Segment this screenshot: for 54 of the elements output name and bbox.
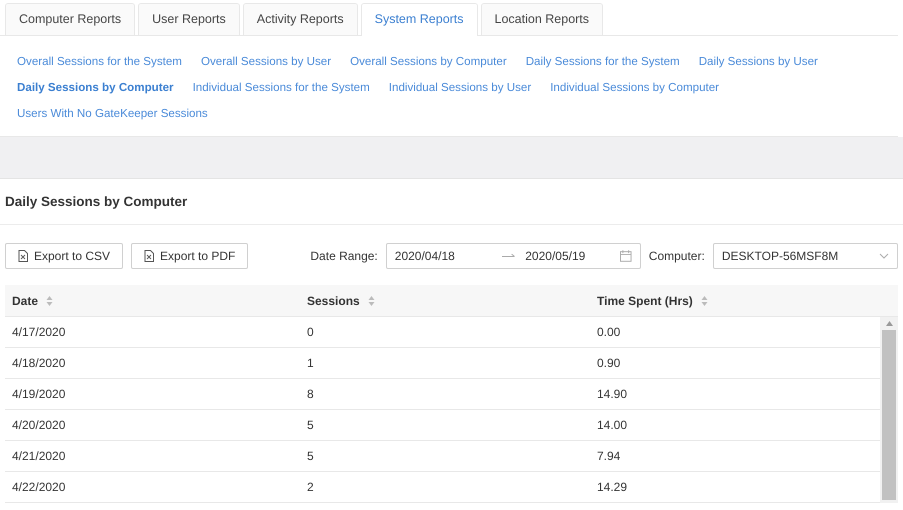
report-tab[interactable]: Activity Reports bbox=[242, 3, 358, 35]
report-link[interactable]: Users With No GateKeeper Sessions bbox=[17, 106, 208, 121]
table-cell: 14.90 bbox=[590, 378, 880, 410]
table-cell: 4/17/2020 bbox=[5, 316, 300, 348]
table-cell: 14.29 bbox=[590, 472, 880, 503]
caret-icon bbox=[879, 252, 889, 259]
report-tab[interactable]: System Reports bbox=[360, 3, 478, 36]
file-icon bbox=[18, 250, 28, 262]
scroll-up-icon[interactable] bbox=[886, 321, 892, 326]
file-icon bbox=[144, 250, 154, 262]
scroll-thumb[interactable] bbox=[882, 330, 896, 500]
report-link[interactable]: Daily Sessions by Computer bbox=[17, 80, 174, 95]
date-range-picker[interactable]: 2020/04/18 2020/05/19 bbox=[386, 242, 641, 269]
report-title: Daily Sessions by Computer bbox=[0, 178, 903, 225]
table-cell: 8 bbox=[300, 378, 590, 410]
export-button[interactable]: Export to CSV bbox=[5, 242, 124, 269]
report-link[interactable]: Overall Sessions by Computer bbox=[350, 54, 507, 69]
report-link[interactable]: Overall Sessions for the System bbox=[17, 54, 182, 69]
column-header[interactable]: Sessions bbox=[300, 284, 590, 317]
date-range-label: Date Range: bbox=[310, 248, 378, 265]
sort-icon bbox=[701, 296, 708, 306]
computer-label: Computer: bbox=[648, 248, 705, 265]
table-cell: 5 bbox=[300, 410, 590, 441]
export-button[interactable]: Export to PDF bbox=[131, 242, 248, 269]
report-tab[interactable]: User Reports bbox=[138, 3, 240, 35]
report-tab[interactable]: Location Reports bbox=[480, 3, 604, 35]
table-cell: 4/21/2020 bbox=[5, 440, 300, 472]
table-cell: 5 bbox=[300, 440, 590, 472]
calendar-icon bbox=[620, 250, 632, 262]
table-cell: 2 bbox=[300, 472, 590, 503]
table-cell: 4/22/2020 bbox=[5, 472, 300, 503]
computer-select[interactable]: DESKTOP-56MSF8M bbox=[712, 242, 898, 269]
report-link[interactable]: Individual Sessions by Computer bbox=[550, 80, 720, 95]
table-cell: 4/19/2020 bbox=[5, 378, 300, 410]
table-cell: 1 bbox=[300, 348, 590, 379]
table-cell: 14.00 bbox=[590, 410, 880, 441]
column-header[interactable]: Date bbox=[5, 284, 300, 317]
sort-icon bbox=[368, 296, 376, 306]
table-cell: 0.00 bbox=[590, 316, 880, 348]
report-link[interactable]: Individual Sessions for the System bbox=[192, 80, 370, 95]
table-cell: 0.90 bbox=[590, 348, 880, 379]
report-link[interactable]: Daily Sessions by User bbox=[698, 54, 818, 69]
sort-icon bbox=[46, 296, 54, 306]
report-link[interactable]: Daily Sessions for the System bbox=[526, 54, 680, 69]
table-cell: 4/18/2020 bbox=[5, 348, 300, 379]
report-link[interactable]: Overall Sessions by User bbox=[200, 54, 332, 69]
table-cell: 4/20/2020 bbox=[5, 410, 300, 441]
table-cell: 7.94 bbox=[590, 440, 880, 472]
scrollbar[interactable] bbox=[880, 316, 898, 503]
arrow-icon bbox=[502, 252, 516, 259]
report-link[interactable]: Individual Sessions by User bbox=[388, 80, 532, 95]
report-tab[interactable]: Computer Reports bbox=[5, 3, 136, 35]
column-header[interactable]: Time Spent (Hrs) bbox=[590, 284, 880, 317]
table-cell: 0 bbox=[300, 316, 590, 348]
